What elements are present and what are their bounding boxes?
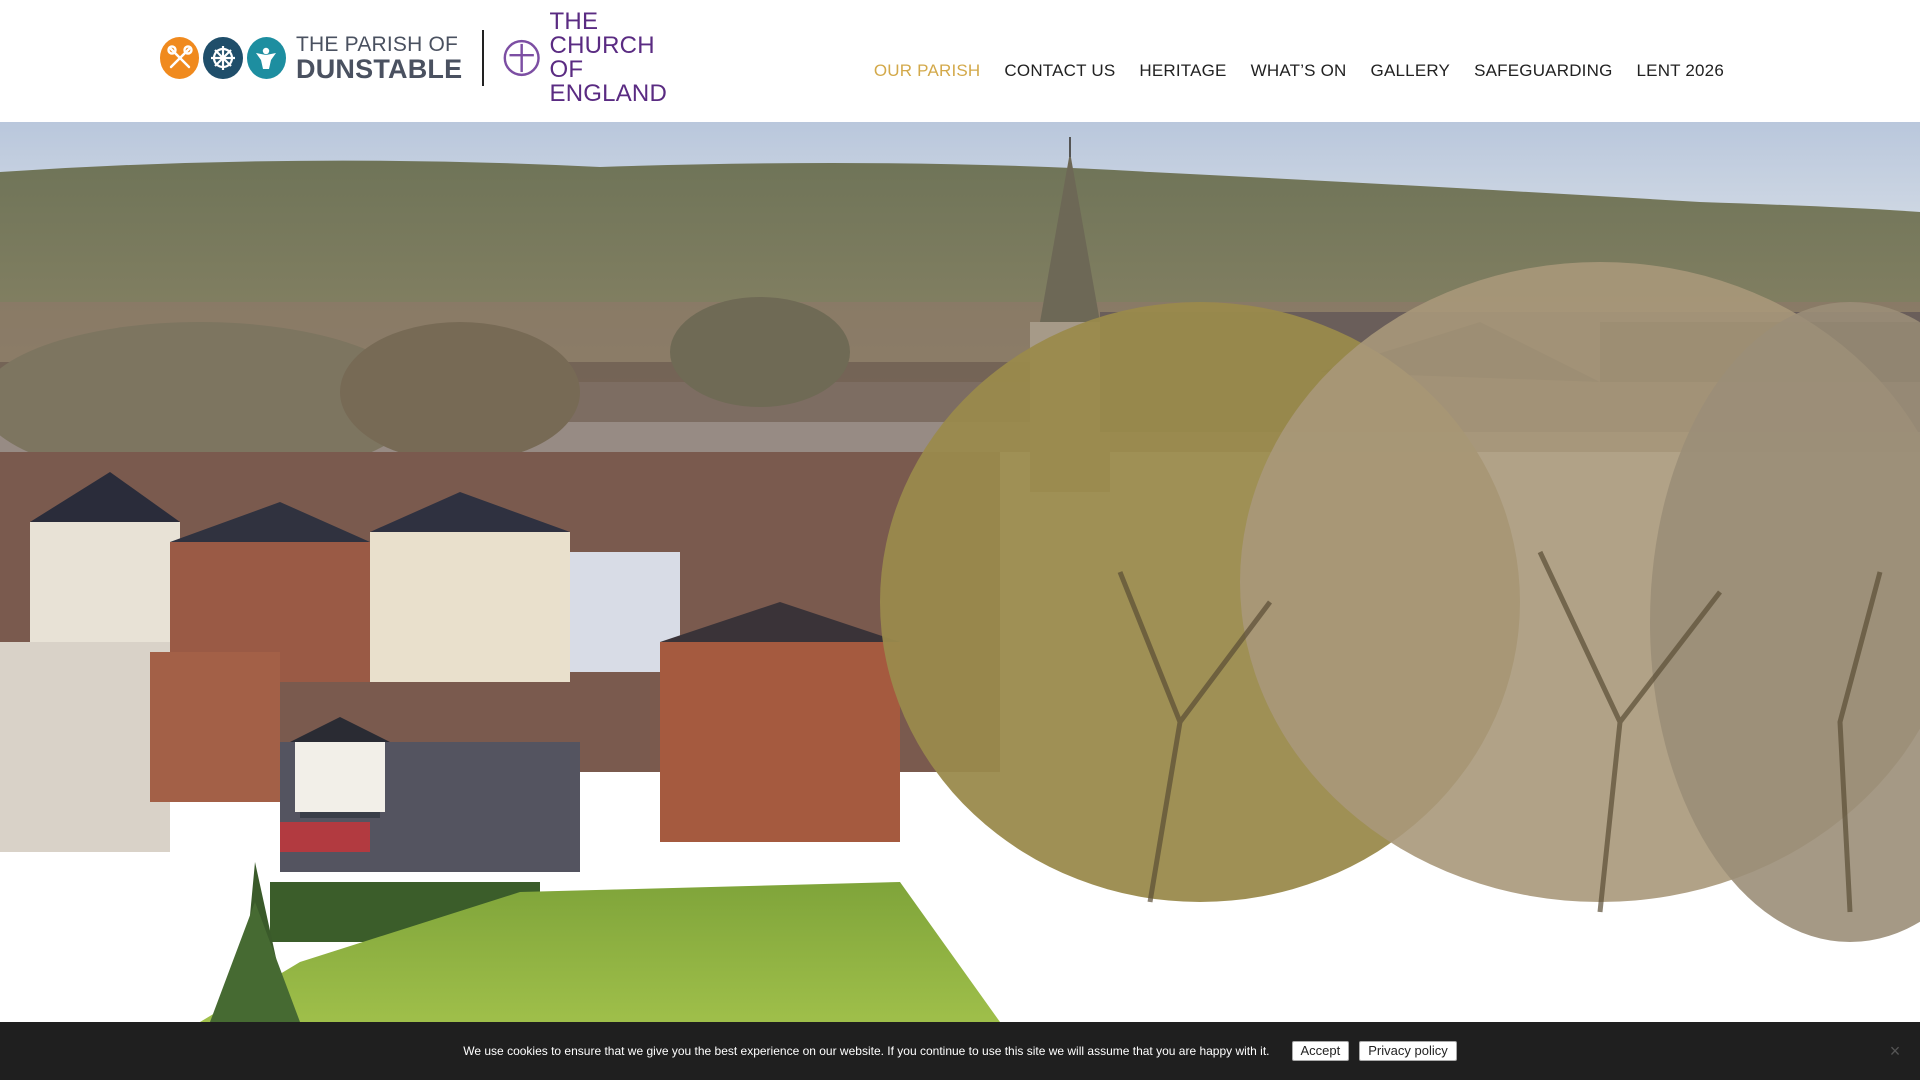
site-logo[interactable]: THE PARISH OF DUNSTABLE THE CHURCH OF EN…	[160, 10, 700, 106]
church-of-england-cross-icon	[503, 39, 540, 77]
angel-badge-icon	[246, 37, 287, 79]
parish-wordmark: THE PARISH OF DUNSTABLE	[296, 34, 462, 83]
cookie-notice-bar: We use cookies to ensure that we give yo…	[0, 1022, 1920, 1080]
nav-item-lent-2026[interactable]: LENT 2026	[1625, 60, 1737, 82]
nav-item-heritage[interactable]: HERITAGE	[1127, 60, 1238, 82]
cookie-accept-button[interactable]: Accept	[1291, 1041, 1350, 1061]
main-nav: OUR PARISH CONTACT US HERITAGE WHAT’S ON…	[862, 60, 1736, 82]
nav-item-safeguarding[interactable]: SAFEGUARDING	[1462, 60, 1624, 82]
cross-wheel-badge-icon	[203, 37, 243, 79]
logo-divider	[482, 30, 485, 86]
privacy-policy-button[interactable]: Privacy policy	[1359, 1041, 1457, 1061]
nav-item-contact-us[interactable]: CONTACT US	[992, 60, 1127, 82]
hero-image-dunstable-town	[0, 122, 1920, 1022]
keys-badge-icon	[160, 37, 200, 79]
coe-line2: OF ENGLAND	[549, 56, 667, 107]
nav-item-gallery[interactable]: GALLERY	[1359, 60, 1463, 82]
nav-item-whats-on[interactable]: WHAT’S ON	[1239, 60, 1359, 82]
coe-line1: THE CHURCH	[549, 8, 655, 59]
parish-line2: DUNSTABLE	[296, 53, 463, 84]
parish-line1: THE PARISH OF	[296, 32, 459, 56]
nav-item-our-parish[interactable]: OUR PARISH	[862, 60, 993, 82]
site-header: THE PARISH OF DUNSTABLE THE CHURCH OF EN…	[0, 0, 1920, 122]
coe-wordmark: THE CHURCH OF ENGLAND	[550, 10, 700, 106]
close-icon[interactable]: ×	[1886, 1042, 1904, 1060]
cookie-message: We use cookies to ensure that we give yo…	[463, 1044, 1270, 1058]
